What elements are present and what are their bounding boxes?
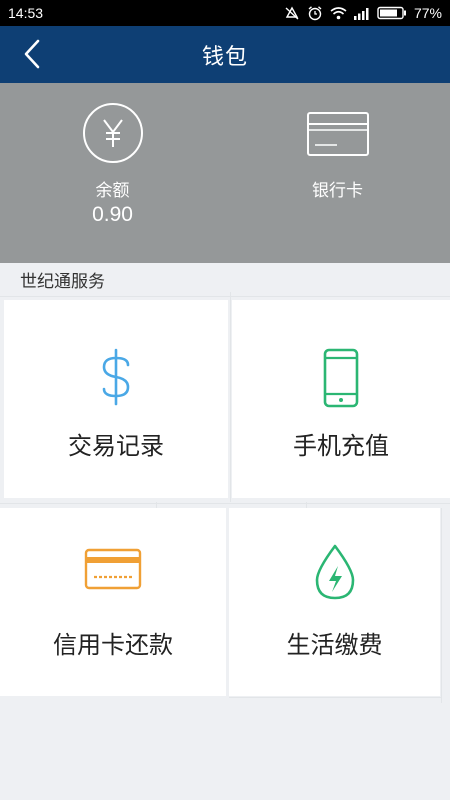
section-title: 世纪通服务 <box>20 272 105 292</box>
services-grid: 交易记录 手机充值 信用卡还款 生活缴费 <box>0 292 450 712</box>
balance-label: 余额 <box>95 181 130 201</box>
chevron-left-icon[interactable] <box>18 38 48 70</box>
bank-card-label: 银行卡 <box>312 181 363 201</box>
status-bar: 14:53 77% <box>0 0 450 26</box>
service-label: 生活缴费 <box>286 631 383 659</box>
mute-icon <box>284 5 300 21</box>
signal-icon <box>353 7 370 20</box>
wifi-icon <box>330 6 347 20</box>
page-title: 钱包 <box>201 44 248 70</box>
service-utility-payment[interactable]: 生活缴费 <box>229 508 440 696</box>
status-time: 14:53 <box>8 5 44 21</box>
service-label: 信用卡还款 <box>53 631 173 659</box>
alarm-icon <box>307 5 323 21</box>
balance-amount: 0.90 <box>92 203 133 226</box>
yen-circle-icon <box>82 102 144 168</box>
battery-percent: 77% <box>413 5 442 21</box>
service-transactions[interactable]: 交易记录 <box>4 300 228 498</box>
mobile-phone-icon <box>323 348 359 412</box>
divider <box>229 697 441 698</box>
service-mobile-topup[interactable]: 手机充值 <box>232 300 450 498</box>
status-icons: 77% <box>284 5 442 21</box>
balance-button[interactable]: 余额 0.90 <box>0 83 225 263</box>
divider <box>0 296 450 297</box>
water-drop-bolt-icon <box>315 544 355 604</box>
service-credit-card-repay[interactable]: 信用卡还款 <box>0 508 226 696</box>
divider <box>230 292 231 502</box>
bank-card-button[interactable]: 银行卡 <box>225 83 450 263</box>
divider <box>441 508 442 703</box>
bank-card-icon <box>306 112 369 160</box>
divider <box>0 503 450 504</box>
credit-card-icon <box>84 548 142 594</box>
service-label: 交易记录 <box>68 432 164 460</box>
nav-bar: 钱包 <box>0 26 450 83</box>
service-label: 手机充值 <box>293 432 389 460</box>
dollar-icon <box>99 348 133 410</box>
battery-icon <box>377 6 407 20</box>
wallet-summary: 余额 0.90 银行卡 <box>0 83 450 263</box>
